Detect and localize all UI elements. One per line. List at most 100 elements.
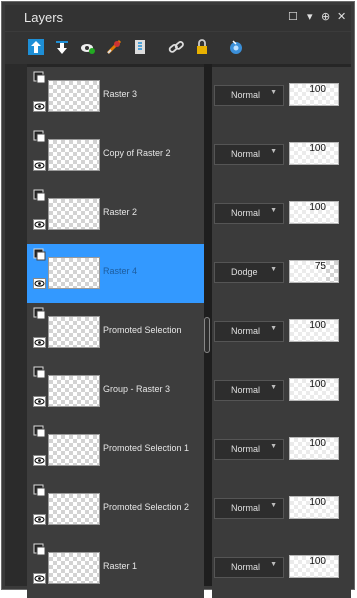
- properties-icon[interactable]: [131, 38, 149, 56]
- chevron-down-icon: ▼: [270, 561, 277, 568]
- visibility-toggle-icon[interactable]: [33, 513, 46, 526]
- blend-mode-label: Dodge: [231, 267, 258, 277]
- layer-row[interactable]: Promoted Selection: [27, 303, 204, 362]
- blend-mode-dropdown[interactable]: Normal ▼: [214, 203, 284, 224]
- layer-type-icon: [33, 484, 46, 497]
- restore-icon[interactable]: ☐: [288, 10, 298, 24]
- blend-mode-dropdown[interactable]: Normal ▼: [214, 498, 284, 519]
- chevron-down-icon: ▼: [270, 266, 277, 273]
- layer-row[interactable]: Raster 4: [27, 244, 204, 303]
- layers-list: Raster 3 Normal ▼ 100 Copy of Raster 2 Normal…: [5, 64, 351, 598]
- layer-row[interactable]: Group - Raster 3: [27, 362, 204, 421]
- chevron-down-icon: ▼: [270, 384, 277, 391]
- panel-titlebar[interactable]: Layers ☐ ▾ ⊕ ✕: [5, 5, 351, 31]
- layer-controls: Normal ▼ 100: [212, 126, 351, 185]
- chevron-down-icon: ▼: [270, 443, 277, 450]
- visibility-toggle-icon[interactable]: [33, 572, 46, 585]
- layer-controls: Normal ▼ 100: [212, 421, 351, 480]
- layer-type-icon: [33, 71, 46, 84]
- opacity-slider[interactable]: 100: [289, 83, 339, 106]
- layer-row[interactable]: Raster 3: [27, 67, 204, 126]
- layer-type-icon: [33, 543, 46, 556]
- move-layer-up-icon[interactable]: [27, 38, 45, 56]
- layer-controls: Normal ▼ 100: [212, 67, 351, 126]
- layer-type-icon: [33, 248, 46, 261]
- opacity-value: 75: [314, 261, 326, 272]
- layer-row[interactable]: Raster 1: [27, 539, 204, 598]
- layer-controls: Normal ▼ 100: [212, 480, 351, 539]
- opacity-slider[interactable]: 100: [289, 142, 339, 165]
- layer-thumbnail: [48, 375, 100, 407]
- delete-layer-icon[interactable]: [105, 38, 123, 56]
- layer-thumbnail: [48, 552, 100, 584]
- blend-mode-dropdown[interactable]: Dodge ▼: [214, 262, 284, 283]
- layer-row[interactable]: Raster 2: [27, 185, 204, 244]
- splitter-handle[interactable]: [204, 317, 210, 353]
- blend-mode-dropdown[interactable]: Normal ▼: [214, 439, 284, 460]
- blend-mode-label: Normal: [231, 90, 261, 100]
- opacity-slider[interactable]: 100: [289, 555, 339, 578]
- visibility-icon[interactable]: [227, 38, 245, 56]
- layer-name: Raster 3: [103, 89, 138, 99]
- blend-mode-dropdown[interactable]: Normal ▼: [214, 380, 284, 401]
- blend-mode-dropdown[interactable]: Normal ▼: [214, 144, 284, 165]
- layer-row[interactable]: Promoted Selection 1: [27, 421, 204, 480]
- visibility-toggle-icon[interactable]: [33, 159, 46, 172]
- close-icon[interactable]: ✕: [337, 10, 346, 24]
- blend-mode-label: Normal: [231, 149, 261, 159]
- opacity-slider[interactable]: 75: [289, 260, 339, 283]
- opacity-slider[interactable]: 100: [289, 437, 339, 460]
- layer-name: Promoted Selection: [103, 325, 182, 335]
- opacity-slider[interactable]: 100: [289, 201, 339, 224]
- layers-panel: Layers ☐ ▾ ⊕ ✕ Raster 3 Normal ▼ 100 Cop…: [1, 1, 355, 598]
- layer-name: Copy of Raster 2: [103, 148, 171, 158]
- layer-controls: Normal ▼ 100: [212, 303, 351, 362]
- blend-mode-label: Normal: [231, 326, 261, 336]
- blend-mode-label: Normal: [231, 208, 261, 218]
- visibility-toggle-icon[interactable]: [33, 395, 46, 408]
- layer-row[interactable]: Promoted Selection 2: [27, 480, 204, 539]
- blend-mode-dropdown[interactable]: Normal ▼: [214, 85, 284, 106]
- opacity-slider[interactable]: 100: [289, 378, 339, 401]
- layer-row[interactable]: Copy of Raster 2: [27, 126, 204, 185]
- layer-controls: Normal ▼ 100: [212, 185, 351, 244]
- layer-controls: Normal ▼ 100: [212, 362, 351, 421]
- chevron-down-icon: ▼: [270, 148, 277, 155]
- layer-type-icon: [33, 189, 46, 202]
- layer-type-icon: [33, 366, 46, 379]
- link-icon[interactable]: [167, 38, 185, 56]
- layer-type-icon: [33, 130, 46, 143]
- opacity-value: 100: [309, 320, 326, 331]
- layer-name: Raster 4: [103, 266, 138, 276]
- opacity-value: 100: [309, 438, 326, 449]
- layer-name: Group - Raster 3: [103, 384, 171, 394]
- new-layer-icon[interactable]: [79, 38, 97, 56]
- opacity-value: 100: [309, 143, 326, 154]
- layer-thumbnail: [48, 198, 100, 230]
- opacity-slider[interactable]: 100: [289, 496, 339, 519]
- move-layer-down-icon[interactable]: [53, 38, 71, 56]
- layer-thumbnail: [48, 139, 100, 171]
- opacity-value: 100: [309, 497, 326, 508]
- layer-thumbnail: [48, 493, 100, 525]
- layer-list-margin: [5, 64, 27, 586]
- visibility-toggle-icon[interactable]: [33, 100, 46, 113]
- layer-name: Promoted Selection 1: [103, 443, 190, 453]
- visibility-toggle-icon[interactable]: [33, 336, 46, 349]
- opacity-slider[interactable]: 100: [289, 319, 339, 342]
- layers-panel-body: Layers ☐ ▾ ⊕ ✕ Raster 3 Normal ▼ 100 Cop…: [5, 5, 351, 598]
- visibility-toggle-icon[interactable]: [33, 218, 46, 231]
- visibility-toggle-icon[interactable]: [33, 454, 46, 467]
- menu-arrow-icon[interactable]: ▾: [307, 10, 313, 24]
- chevron-down-icon: ▼: [270, 325, 277, 332]
- opacity-value: 100: [309, 379, 326, 390]
- blend-mode-label: Normal: [231, 503, 261, 513]
- layer-thumbnail: [48, 257, 100, 289]
- chevron-down-icon: ▼: [270, 207, 277, 214]
- visibility-toggle-icon[interactable]: [33, 277, 46, 290]
- layer-thumbnail: [48, 316, 100, 348]
- lock-icon[interactable]: [193, 38, 211, 56]
- blend-mode-dropdown[interactable]: Normal ▼: [214, 557, 284, 578]
- blend-mode-dropdown[interactable]: Normal ▼: [214, 321, 284, 342]
- pin-icon[interactable]: ⊕: [321, 10, 330, 24]
